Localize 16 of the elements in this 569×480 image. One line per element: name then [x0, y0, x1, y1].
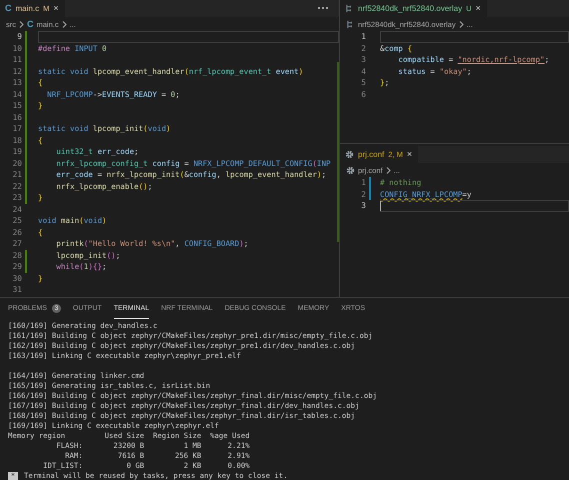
tree-icon: [345, 4, 354, 13]
c-file-icon: C: [27, 20, 34, 28]
tree-icon: [346, 20, 355, 28]
close-button[interactable]: ×: [476, 4, 481, 13]
chevron-icon: [386, 166, 391, 174]
scrollbar[interactable]: [337, 62, 339, 242]
close-button[interactable]: ×: [53, 4, 59, 13]
more-icon[interactable]: [317, 6, 329, 10]
tab-title: main.c: [16, 4, 40, 13]
tab-title: prj.conf: [358, 150, 384, 159]
chevron-icon: [62, 20, 67, 28]
chevron-icon: [458, 20, 464, 28]
chevron-icon: [19, 20, 24, 28]
tab-title: nrf52840dk_nrf52840.overlay: [358, 4, 462, 13]
c-file-icon: C: [5, 4, 12, 13]
close-button[interactable]: ×: [406, 150, 412, 159]
